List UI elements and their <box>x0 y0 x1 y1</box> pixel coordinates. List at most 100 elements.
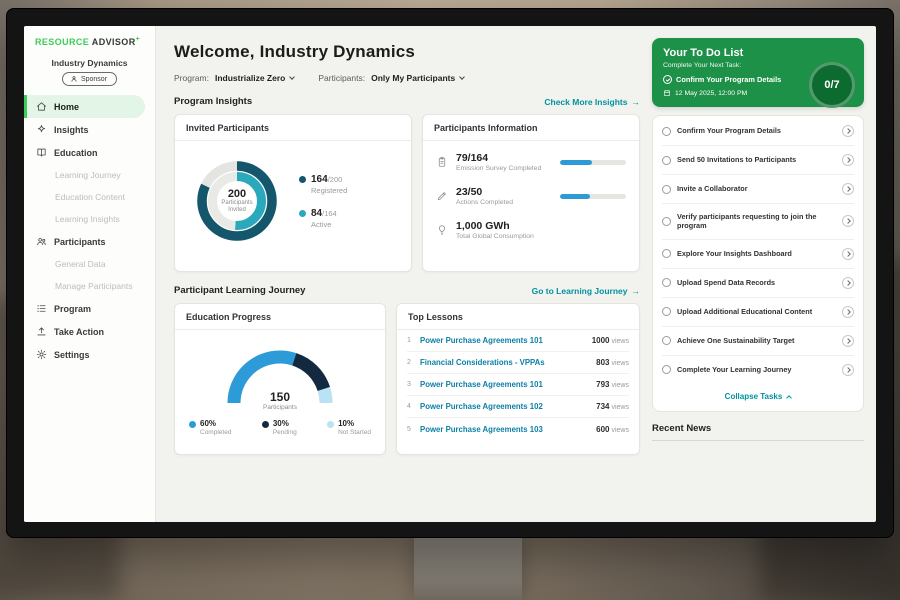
check-more-insights-link[interactable]: Check More Insights <box>544 97 640 107</box>
gauge-center-value: 150 <box>218 390 342 404</box>
sidebar: RESOURCE ADVISOR+ Industry Dynamics Spon… <box>24 26 156 522</box>
participants-information-card: Participants Information 79/164 Emission… <box>422 114 640 272</box>
task-checkbox[interactable] <box>662 249 671 258</box>
gauge-center-label: Participants <box>218 404 342 411</box>
task-checkbox[interactable] <box>662 336 671 345</box>
top-lessons-card: Top Lessons 1 Power Purchase Agreements … <box>396 303 640 455</box>
task-checkbox[interactable] <box>662 278 671 287</box>
task-item-confirm-program-details[interactable]: Confirm Your Program Details <box>662 117 854 146</box>
filters-bar: Program: Industrialize Zero Participants… <box>174 73 640 83</box>
person-icon <box>70 75 78 83</box>
chevron-up-icon <box>786 395 792 401</box>
stat-global-consumption: 1,000 GWh Total Global Consumption <box>436 220 626 240</box>
task-item-upload-spend-data[interactable]: Upload Spend Data Records <box>662 269 854 298</box>
task-item-achieve-sustainability-target[interactable]: Achieve One Sustainability Target <box>662 327 854 356</box>
sidebar-item-learning-journey[interactable]: Learning Journey <box>24 164 155 186</box>
lesson-link[interactable]: Power Purchase Agreements 101 <box>420 336 592 345</box>
chevron-right-icon[interactable] <box>842 215 854 227</box>
legend-dot <box>327 421 334 428</box>
calendar-icon <box>663 89 671 97</box>
stat-emission-survey: 79/164 Emission Survey Completed <box>436 152 626 172</box>
task-checkbox[interactable] <box>662 365 671 374</box>
chevron-right-icon[interactable] <box>842 364 854 376</box>
lesson-row: 4 Power Purchase Agreements 102 734views <box>407 396 629 418</box>
todo-due-date: 12 May 2025, 12:00 PM <box>663 89 800 97</box>
brand-name-primary: RESOURCE <box>35 37 89 47</box>
invited-participants-donut-chart: 200 Participants Invited <box>187 151 287 251</box>
brand-name-secondary: ADVISOR <box>92 37 136 47</box>
legend-item-completed: 60% Completed <box>189 419 231 436</box>
sidebar-item-take-action[interactable]: Take Action <box>24 320 145 343</box>
task-item-send-invitations[interactable]: Send 50 Invitations to Participants <box>662 146 854 175</box>
gear-icon <box>36 349 47 360</box>
sidebar-item-home[interactable]: Home <box>24 95 145 118</box>
task-checkbox[interactable] <box>662 127 671 136</box>
todo-panel: Your To Do List Complete Your Next Task:… <box>652 26 876 522</box>
book-icon <box>36 147 47 158</box>
clipboard-icon <box>436 156 448 168</box>
section-title-learning-journey: Participant Learning Journey <box>174 285 305 296</box>
monitor-bezel: RESOURCE ADVISOR+ Industry Dynamics Spon… <box>6 8 894 538</box>
sidebar-item-settings[interactable]: Settings <box>24 343 145 366</box>
legend-item-registered: 164/200 Registered <box>299 174 347 195</box>
sidebar-nav: Home Insights Education Learning Journey… <box>24 95 155 366</box>
program-filter-label: Program: <box>174 73 209 83</box>
donut-center-value: 200 <box>228 188 246 200</box>
lesson-link[interactable]: Power Purchase Agreements 103 <box>420 425 596 434</box>
task-checkbox[interactable] <box>662 217 671 226</box>
monitor-stand <box>414 536 522 600</box>
sidebar-item-learning-insights[interactable]: Learning Insights <box>24 208 155 230</box>
sidebar-item-general-data[interactable]: General Data <box>24 253 155 275</box>
chevron-right-icon[interactable] <box>842 125 854 137</box>
upload-icon <box>36 326 47 337</box>
pencil-icon <box>436 190 448 202</box>
legend-item-active: 84/164 Active <box>299 208 347 229</box>
progress-bar <box>560 194 626 199</box>
app-window: RESOURCE ADVISOR+ Industry Dynamics Spon… <box>24 26 876 522</box>
account-name: Industry Dynamics <box>24 58 155 68</box>
lesson-link[interactable]: Power Purchase Agreements 101 <box>420 380 596 389</box>
check-circle-icon <box>663 75 672 84</box>
task-item-invite-collaborator[interactable]: Invite a Collaborator <box>662 175 854 204</box>
main-content: Welcome, Industry Dynamics Program: Indu… <box>156 26 652 522</box>
task-item-upload-educational-content[interactable]: Upload Additional Educational Content <box>662 298 854 327</box>
chevron-right-icon[interactable] <box>842 306 854 318</box>
bulb-icon <box>436 224 448 236</box>
sponsor-label: Sponsor <box>81 76 107 83</box>
chevron-right-icon[interactable] <box>842 183 854 195</box>
chevron-right-icon[interactable] <box>842 154 854 166</box>
collapse-tasks-link[interactable]: Collapse Tasks <box>662 384 854 410</box>
task-checkbox[interactable] <box>662 156 671 165</box>
chevron-right-icon[interactable] <box>842 248 854 260</box>
go-to-learning-journey-link[interactable]: Go to Learning Journey <box>532 286 640 296</box>
todo-title: Your To Do List <box>663 47 800 59</box>
todo-subtitle: Complete Your Next Task: <box>663 62 800 69</box>
chevron-right-icon[interactable] <box>842 277 854 289</box>
program-filter-dropdown[interactable]: Industrialize Zero <box>215 73 294 83</box>
participants-filter-dropdown[interactable]: Only My Participants <box>371 73 464 83</box>
task-item-complete-learning-journey[interactable]: Complete Your Learning Journey <box>662 356 854 384</box>
desk-background: RESOURCE ADVISOR+ Industry Dynamics Spon… <box>0 0 900 600</box>
lesson-link[interactable]: Financial Considerations - VPPAs <box>420 358 596 367</box>
lesson-link[interactable]: Power Purchase Agreements 102 <box>420 402 596 411</box>
chevron-right-icon[interactable] <box>842 335 854 347</box>
sidebar-item-education[interactable]: Education <box>24 141 145 164</box>
task-checkbox[interactable] <box>662 307 671 316</box>
sidebar-item-participants[interactable]: Participants <box>24 230 145 253</box>
donut-center-label: Participants Invited <box>214 200 260 215</box>
sponsor-badge[interactable]: Sponsor <box>62 72 117 86</box>
task-checkbox[interactable] <box>662 185 671 194</box>
legend-dot <box>189 421 196 428</box>
todo-next-task: Confirm Your Program Details <box>663 75 800 84</box>
chevron-down-icon <box>459 74 465 80</box>
task-item-verify-participants[interactable]: Verify participants requesting to join t… <box>662 204 854 240</box>
sidebar-item-manage-participants[interactable]: Manage Participants <box>24 275 155 297</box>
task-item-explore-insights[interactable]: Explore Your Insights Dashboard <box>662 240 854 269</box>
home-icon <box>36 101 47 112</box>
brand-logo: RESOURCE ADVISOR+ <box>24 36 155 47</box>
sidebar-item-program[interactable]: Program <box>24 297 145 320</box>
sidebar-item-education-content[interactable]: Education Content <box>24 186 155 208</box>
sparkle-icon <box>36 124 47 135</box>
sidebar-item-insights[interactable]: Insights <box>24 118 145 141</box>
card-title: Top Lessons <box>397 304 639 330</box>
